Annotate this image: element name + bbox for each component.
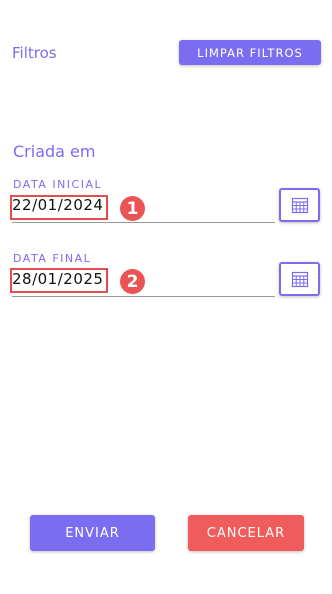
annotation-marker-2: 2 <box>120 269 145 294</box>
end-date-label: DATA FINAL <box>13 252 92 265</box>
start-date-highlight <box>10 195 108 220</box>
filter-panel: Filtros LIMPAR FILTROS Criada em DATA IN… <box>0 0 332 594</box>
cancel-button[interactable]: CANCELAR <box>188 515 304 551</box>
annotation-marker-1: 1 <box>120 196 145 221</box>
filters-title: Filtros <box>12 44 57 62</box>
clear-filters-button[interactable]: LIMPAR FILTROS <box>179 40 321 65</box>
end-date-highlight <box>10 268 108 293</box>
created-at-section-title: Criada em <box>13 142 96 161</box>
end-date-calendar-button[interactable] <box>279 262 320 296</box>
calendar-icon <box>291 197 308 214</box>
send-button[interactable]: ENVIAR <box>30 515 155 551</box>
start-date-label: DATA INICIAL <box>13 178 103 191</box>
start-date-calendar-button[interactable] <box>279 188 320 222</box>
calendar-icon <box>291 271 308 288</box>
